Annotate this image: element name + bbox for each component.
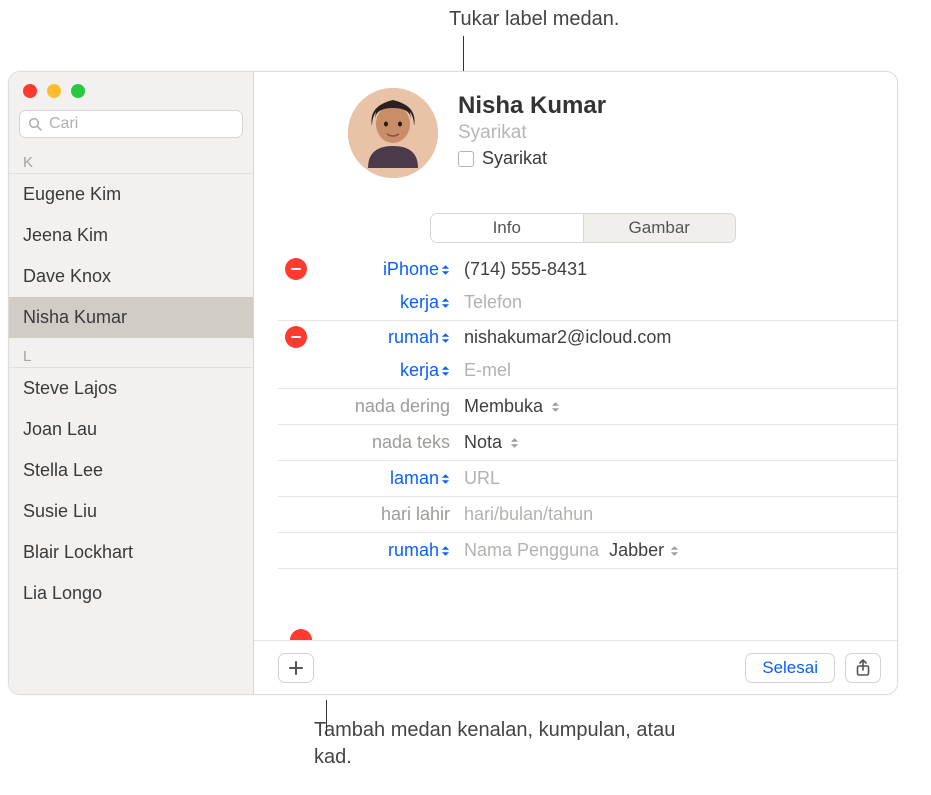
birthday-value[interactable]: hari/bulan/tahun xyxy=(456,504,593,525)
callout-leader-line xyxy=(326,700,327,736)
tab-info[interactable]: Info xyxy=(431,214,584,242)
list-item-selected[interactable]: Nisha Kumar xyxy=(9,297,253,338)
tab-picture[interactable]: Gambar xyxy=(584,214,736,242)
phone2-value[interactable]: Telefon xyxy=(456,292,522,313)
list-item[interactable]: Steve Lajos xyxy=(9,368,253,409)
section-header-l: L xyxy=(9,342,253,368)
email2-label-dropdown[interactable]: kerja xyxy=(314,360,456,381)
url-value[interactable]: URL xyxy=(456,468,500,489)
contact-card: Nisha Kumar Syarikat Syarikat Info Gamba… xyxy=(254,72,897,694)
tab-bar: Info Gambar xyxy=(430,213,736,243)
done-button[interactable]: Selesai xyxy=(745,653,835,683)
email-label-dropdown[interactable]: rumah xyxy=(314,327,456,348)
card-footer: Selesai xyxy=(254,640,897,694)
search-icon xyxy=(28,117,43,132)
ringtone-label: nada dering xyxy=(355,396,450,416)
ringtone-dropdown[interactable]: Membuka xyxy=(456,396,560,417)
window-controls xyxy=(9,72,253,110)
url-label-dropdown[interactable]: laman xyxy=(314,468,456,489)
list-item[interactable]: Eugene Kim xyxy=(9,174,253,215)
im-username[interactable]: Nama Pengguna xyxy=(464,540,599,561)
contacts-window: Cari K Eugene Kim Jeena Kim Dave Knox Ni… xyxy=(8,71,898,695)
contact-name[interactable]: Nisha Kumar xyxy=(458,92,606,120)
callout-top: Tukar label medan. xyxy=(449,0,849,33)
phone2-label-dropdown[interactable]: kerja xyxy=(314,292,456,313)
plus-icon xyxy=(288,660,304,676)
sidebar: Cari K Eugene Kim Jeena Kim Dave Knox Ni… xyxy=(9,72,254,694)
list-item[interactable]: Stella Lee xyxy=(9,450,253,491)
remove-email-button[interactable] xyxy=(285,326,307,348)
list-item[interactable]: Susie Liu xyxy=(9,491,253,532)
callout-bottom: Tambah medan kenalan, kumpulan, atau kad… xyxy=(314,695,714,771)
phone-value[interactable]: (714) 555-8431 xyxy=(456,259,587,280)
email-value[interactable]: nishakumar2@icloud.com xyxy=(456,327,671,348)
birthday-label: hari lahir xyxy=(381,504,450,524)
company-checkbox[interactable] xyxy=(458,151,474,167)
list-item[interactable]: Blair Lockhart xyxy=(9,532,253,573)
company-checkbox-label: Syarikat xyxy=(482,148,547,169)
phone-label-dropdown[interactable]: iPhone xyxy=(314,259,456,280)
texttone-dropdown[interactable]: Nota xyxy=(456,432,519,453)
field-list: iPhone (714) 555-8431 kerja Telefon ruma… xyxy=(278,253,897,569)
remove-phone-button[interactable] xyxy=(285,258,307,280)
contacts-list[interactable]: K Eugene Kim Jeena Kim Dave Knox Nisha K… xyxy=(9,144,253,614)
avatar[interactable] xyxy=(348,88,438,178)
section-header-k: K xyxy=(9,148,253,174)
list-item[interactable]: Jeena Kim xyxy=(9,215,253,256)
email2-value[interactable]: E-mel xyxy=(456,360,511,381)
remove-row-button-partial[interactable] xyxy=(290,629,312,640)
zoom-window-button[interactable] xyxy=(71,84,85,98)
close-window-button[interactable] xyxy=(23,84,37,98)
share-button[interactable] xyxy=(845,653,881,683)
search-placeholder: Cari xyxy=(49,115,78,133)
im-service-dropdown[interactable]: Jabber xyxy=(609,540,679,561)
texttone-label: nada teks xyxy=(372,432,450,452)
minimize-window-button[interactable] xyxy=(47,84,61,98)
list-item[interactable]: Lia Longo xyxy=(9,573,253,614)
company-field[interactable]: Syarikat xyxy=(458,122,606,144)
search-input[interactable]: Cari xyxy=(19,110,243,138)
list-item[interactable]: Joan Lau xyxy=(9,409,253,450)
list-item[interactable]: Dave Knox xyxy=(9,256,253,297)
share-icon xyxy=(855,659,871,677)
im-label-dropdown[interactable]: rumah xyxy=(314,540,456,561)
add-field-button[interactable] xyxy=(278,653,314,683)
